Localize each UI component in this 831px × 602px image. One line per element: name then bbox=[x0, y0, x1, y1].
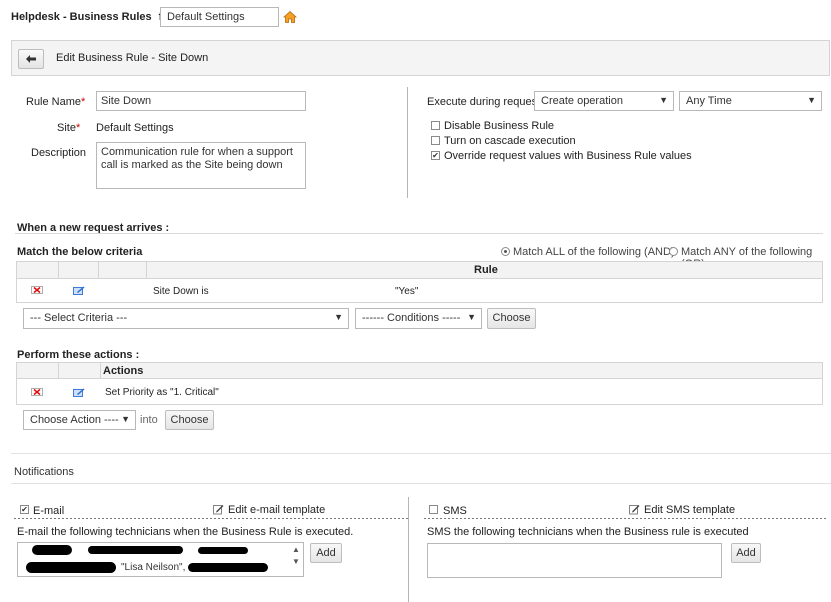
match-any-radio[interactable] bbox=[669, 247, 678, 256]
criteria-row-value: "Yes" bbox=[395, 286, 419, 297]
edit-email-template-icon[interactable] bbox=[213, 504, 224, 515]
perform-label: Perform these actions : bbox=[17, 349, 140, 361]
email-description: E-mail the following technicians when th… bbox=[17, 526, 354, 538]
match-all-label: Match ALL of the following (AND) bbox=[513, 246, 675, 258]
criteria-table-header bbox=[17, 262, 822, 279]
redacted-block-4 bbox=[26, 562, 116, 573]
actions-column-header: Actions bbox=[103, 365, 144, 377]
rule-column-header: Rule bbox=[474, 264, 498, 276]
notifications-label: Notifications bbox=[14, 466, 74, 478]
actions-table: Actions bbox=[16, 362, 823, 405]
edit-email-template-link[interactable]: Edit e-mail template bbox=[228, 504, 325, 516]
email-underline bbox=[14, 518, 408, 519]
notifications-divider-vertical bbox=[408, 497, 409, 602]
email-scrollbar[interactable]: ▲ ▼ bbox=[289, 543, 303, 576]
cascade-checkbox[interactable] bbox=[431, 136, 440, 145]
redacted-block-5 bbox=[188, 563, 268, 572]
site-select[interactable]: Default Settings bbox=[160, 7, 279, 27]
choose-action-dropdown[interactable]: Choose Action ---- ▼ bbox=[23, 410, 136, 430]
rule-name-label: Rule Name* bbox=[26, 96, 86, 108]
sms-add-button[interactable]: Add bbox=[731, 543, 761, 563]
sms-description: SMS the following technicians when the B… bbox=[427, 526, 749, 538]
sms-label: SMS bbox=[443, 505, 467, 517]
email-recipients-field[interactable]: "Lisa Neilson", ▲ ▼ bbox=[17, 542, 304, 577]
rule-name-input[interactable] bbox=[96, 91, 306, 111]
execute-label: Execute during request bbox=[427, 96, 541, 108]
redacted-block-1 bbox=[32, 545, 72, 555]
sms-underline bbox=[424, 518, 826, 519]
page-title-text: Helpdesk - Business Rules bbox=[11, 11, 152, 23]
disable-rule-label: Disable Business Rule bbox=[444, 120, 555, 132]
disable-rule-checkbox[interactable] bbox=[431, 121, 440, 130]
edit-icon[interactable] bbox=[73, 286, 85, 295]
site-label: Site* bbox=[57, 122, 81, 134]
sms-recipients-field[interactable] bbox=[427, 543, 722, 578]
edit-sms-template-link[interactable]: Edit SMS template bbox=[644, 504, 735, 516]
site-value: Default Settings bbox=[96, 122, 174, 134]
criteria-row-field: Site Down is bbox=[153, 286, 209, 297]
description-textarea[interactable]: Communication rule for when a support ca… bbox=[96, 142, 306, 189]
action-delete-icon[interactable] bbox=[31, 388, 43, 396]
operation-select[interactable]: Create operation ▼ bbox=[534, 91, 674, 111]
conditions-dropdown[interactable]: ------ Conditions ----- ▼ bbox=[355, 308, 482, 329]
criteria-choose-button[interactable]: Choose bbox=[487, 308, 536, 329]
notifications-divider bbox=[11, 483, 831, 484]
action-edit-icon[interactable] bbox=[73, 388, 85, 397]
panel-title: Edit Business Rule - Site Down bbox=[56, 52, 209, 64]
redacted-block-2 bbox=[88, 546, 183, 554]
notifications-top-divider bbox=[11, 453, 831, 454]
email-checkbox[interactable]: ✔ bbox=[20, 505, 29, 514]
email-recipients-visible-text: "Lisa Neilson", bbox=[121, 562, 186, 573]
edit-sms-template-icon[interactable] bbox=[629, 504, 640, 515]
action-choose-button[interactable]: Choose bbox=[165, 410, 214, 430]
email-add-button[interactable]: Add bbox=[310, 543, 342, 563]
sms-checkbox[interactable] bbox=[429, 505, 438, 514]
home-icon[interactable] bbox=[282, 10, 298, 24]
page-title: Helpdesk - Business Rules for bbox=[11, 11, 173, 23]
action-row-text: Set Priority as "1. Critical" bbox=[105, 387, 219, 398]
left-arrow-icon bbox=[26, 55, 36, 63]
description-label: Description bbox=[31, 147, 87, 159]
match-label: Match the below criteria bbox=[17, 246, 143, 258]
override-label: Override request values with Business Ru… bbox=[444, 150, 692, 162]
when-divider bbox=[15, 233, 823, 234]
back-button[interactable] bbox=[18, 49, 44, 69]
time-select[interactable]: Any Time ▼ bbox=[679, 91, 822, 111]
cascade-label: Turn on cascade execution bbox=[444, 135, 576, 147]
form-divider bbox=[407, 87, 408, 198]
delete-icon[interactable] bbox=[31, 286, 43, 294]
match-all-radio[interactable] bbox=[501, 247, 510, 256]
redacted-block-3 bbox=[198, 547, 248, 554]
override-checkbox[interactable]: ✔ bbox=[431, 151, 440, 160]
email-label: E-mail bbox=[33, 505, 65, 517]
select-criteria-dropdown[interactable]: --- Select Criteria --- ▼ bbox=[23, 308, 349, 329]
into-label: into bbox=[140, 414, 158, 426]
criteria-table: Rule bbox=[16, 261, 823, 303]
